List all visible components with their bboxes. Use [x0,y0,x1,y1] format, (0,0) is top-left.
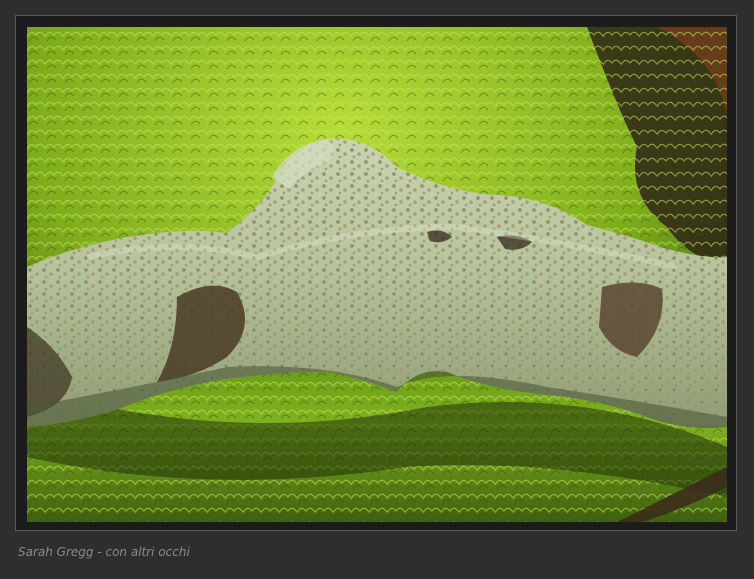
page: Sarah Gregg - con altri occhi [0,0,754,579]
photo [27,27,727,522]
photo-caption: Sarah Gregg - con altri occhi [18,545,190,559]
lichen-branch-on-moss-image [27,27,727,522]
